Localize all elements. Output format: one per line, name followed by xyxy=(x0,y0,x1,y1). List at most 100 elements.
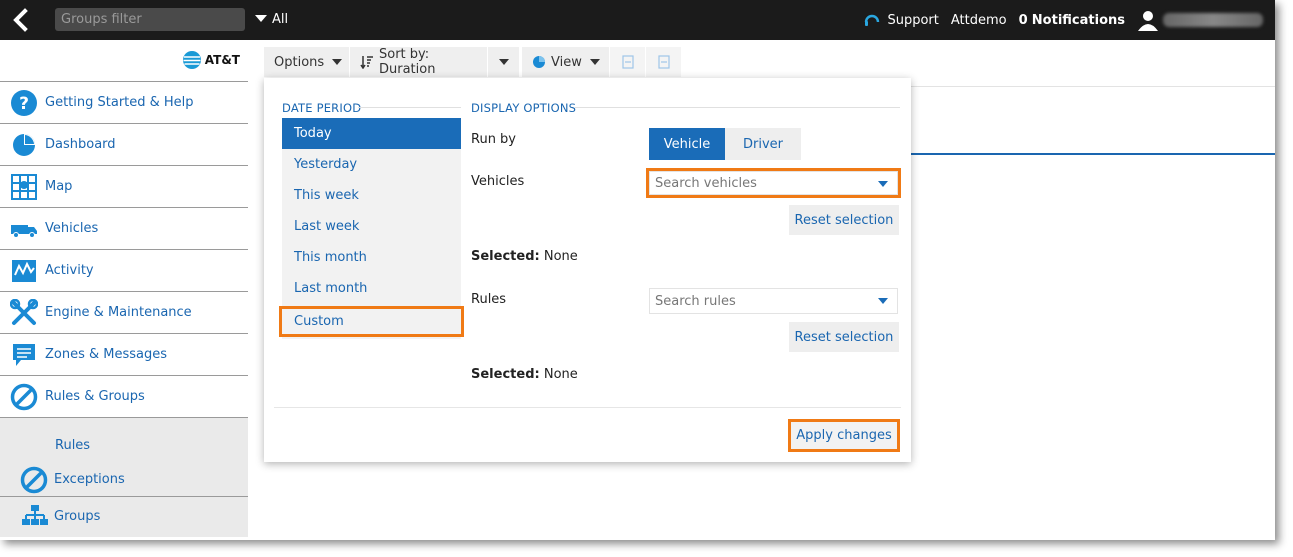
subnav-item-rules[interactable]: Rules xyxy=(0,432,303,458)
selected-label: Selected: xyxy=(471,367,540,382)
panel-footer-divider xyxy=(274,407,901,408)
content-tab-underline xyxy=(910,153,1275,155)
logo-text: AT&T xyxy=(204,53,240,67)
user-avatar-icon xyxy=(1137,9,1159,31)
rules-selected-value: None xyxy=(543,367,578,382)
reset-rules-button[interactable]: Reset selection xyxy=(789,322,899,352)
subnav-item-exceptions[interactable]: Exceptions xyxy=(0,463,248,497)
apply-changes-button[interactable]: Apply changes xyxy=(788,419,900,452)
subnav-item-groups[interactable]: Groups xyxy=(0,502,270,530)
groups-filter-input[interactable] xyxy=(55,8,245,31)
sidebar-item-label: Rules & Groups xyxy=(45,389,145,404)
att-globe-icon xyxy=(182,51,201,69)
search-vehicles-select[interactable]: Search vehicles xyxy=(646,168,901,198)
search-vehicles-placeholder: Search vehicles xyxy=(655,175,757,191)
svg-text:?: ? xyxy=(19,94,29,114)
blurred-username xyxy=(1163,13,1263,27)
account-menu[interactable] xyxy=(1137,9,1263,31)
options-label: Options xyxy=(274,54,325,70)
caret-down-icon xyxy=(255,15,267,22)
export-pdf-button[interactable] xyxy=(610,47,646,77)
run-by-vehicle-option[interactable]: Vehicle xyxy=(649,128,725,160)
sidebar-item-label: Dashboard xyxy=(45,137,116,152)
rules-selected: Selected: None xyxy=(471,367,578,382)
caret-down-icon xyxy=(878,298,888,304)
sidebar-item-label: Getting Started & Help xyxy=(45,95,194,110)
options-button[interactable]: Options xyxy=(264,47,350,77)
support-label: Support xyxy=(887,12,939,28)
ban-icon xyxy=(10,383,38,411)
caret-down-icon xyxy=(332,59,343,65)
sort-icon xyxy=(360,55,374,69)
run-by-label: Run by xyxy=(471,132,517,147)
sidebar-item-vehicles[interactable]: Vehicles xyxy=(0,208,248,250)
view-label: View xyxy=(551,54,582,70)
sort-label: Sort by: Duration xyxy=(379,47,436,77)
caret-down-icon xyxy=(498,59,509,65)
sidebar-item-getting-started[interactable]: ? Getting Started & Help xyxy=(0,81,248,124)
date-period-last-month[interactable]: Last month xyxy=(282,273,461,304)
sidebar-item-label: Zones & Messages xyxy=(45,347,168,362)
display-options-rule xyxy=(575,107,900,108)
support-link[interactable]: Support xyxy=(863,11,939,29)
view-button[interactable]: View xyxy=(522,47,610,77)
run-by-driver-option[interactable]: Driver xyxy=(725,128,801,160)
date-period-custom[interactable]: Custom xyxy=(279,306,464,337)
wrench-icon xyxy=(10,298,38,327)
notifications-label: Notifications xyxy=(1031,12,1125,28)
content-divider xyxy=(910,86,1275,87)
reset-vehicles-button[interactable]: Reset selection xyxy=(789,205,899,235)
subnav-item-label: Groups xyxy=(54,508,101,524)
date-period-this-week[interactable]: This week xyxy=(282,180,461,211)
run-by-toggle: Vehicle Driver xyxy=(649,128,801,160)
pie-chart-icon xyxy=(532,55,546,69)
vehicles-label: Vehicles xyxy=(471,174,525,189)
groups-dropdown-value: All xyxy=(272,12,289,27)
date-period-rule xyxy=(358,107,461,108)
back-arrow-icon[interactable] xyxy=(10,8,32,32)
search-rules-select[interactable]: Search rules xyxy=(649,288,898,314)
sidebar-item-zones-messages[interactable]: Zones & Messages xyxy=(0,334,248,376)
sort-button[interactable]: Sort by: Duration xyxy=(350,47,488,77)
rules-groups-subnav: Rules Exceptions Groups xyxy=(0,418,248,537)
sidebar-item-label: Activity xyxy=(45,263,94,278)
sidebar-item-engine-maintenance[interactable]: Engine & Maintenance xyxy=(0,292,248,334)
headset-icon xyxy=(863,11,881,29)
notifications-link[interactable]: 0 Notifications xyxy=(1019,13,1125,28)
export-excel-button[interactable] xyxy=(646,47,682,77)
app-window: All Support Attdemo 0 Notifications AT&T xyxy=(0,0,1275,540)
message-icon xyxy=(10,341,38,369)
rules-label: Rules xyxy=(471,292,507,307)
date-period-this-month[interactable]: This month xyxy=(282,242,461,273)
help-icon: ? xyxy=(10,89,38,117)
date-period-title: DATE PERIOD xyxy=(282,101,362,115)
groups-dropdown[interactable]: All xyxy=(255,12,288,27)
options-panel: DATE PERIOD Today Yesterday This week La… xyxy=(264,78,911,462)
subnav-item-label: Exceptions xyxy=(54,472,125,487)
activity-icon xyxy=(10,257,38,285)
sidebar-item-label: Vehicles xyxy=(45,221,99,236)
document-icon xyxy=(621,55,634,69)
vehicles-selected-value: None xyxy=(543,249,578,264)
att-logo: AT&T xyxy=(182,50,240,70)
sidebar-item-activity[interactable]: Activity xyxy=(0,250,248,292)
sort-direction-button[interactable] xyxy=(488,47,520,77)
user-label: Attdemo xyxy=(950,12,1007,28)
report-toolbar: Options Sort by: Duration View xyxy=(264,47,682,77)
sidebar: AT&T ? Getting Started & Help Dashboard … xyxy=(0,40,248,540)
display-options-title: DISPLAY OPTIONS xyxy=(471,101,577,115)
sidebar-item-label: Engine & Maintenance xyxy=(45,305,192,320)
date-period-yesterday[interactable]: Yesterday xyxy=(282,149,461,180)
sidebar-item-dashboard[interactable]: Dashboard xyxy=(0,124,248,166)
pie-chart-icon xyxy=(10,131,38,159)
map-icon xyxy=(10,173,38,201)
user-menu[interactable]: Attdemo xyxy=(951,13,1007,28)
date-period-list: Today Yesterday This week Last week This… xyxy=(282,118,461,339)
sidebar-item-map[interactable]: Map xyxy=(0,166,248,208)
date-period-today[interactable]: Today xyxy=(282,118,461,149)
sidebar-item-rules-groups[interactable]: Rules & Groups xyxy=(0,376,248,418)
date-period-last-week[interactable]: Last week xyxy=(282,211,461,242)
sidebar-item-label: Map xyxy=(45,179,73,194)
org-chart-icon xyxy=(22,505,48,527)
subnav-item-label: Rules xyxy=(55,437,91,453)
